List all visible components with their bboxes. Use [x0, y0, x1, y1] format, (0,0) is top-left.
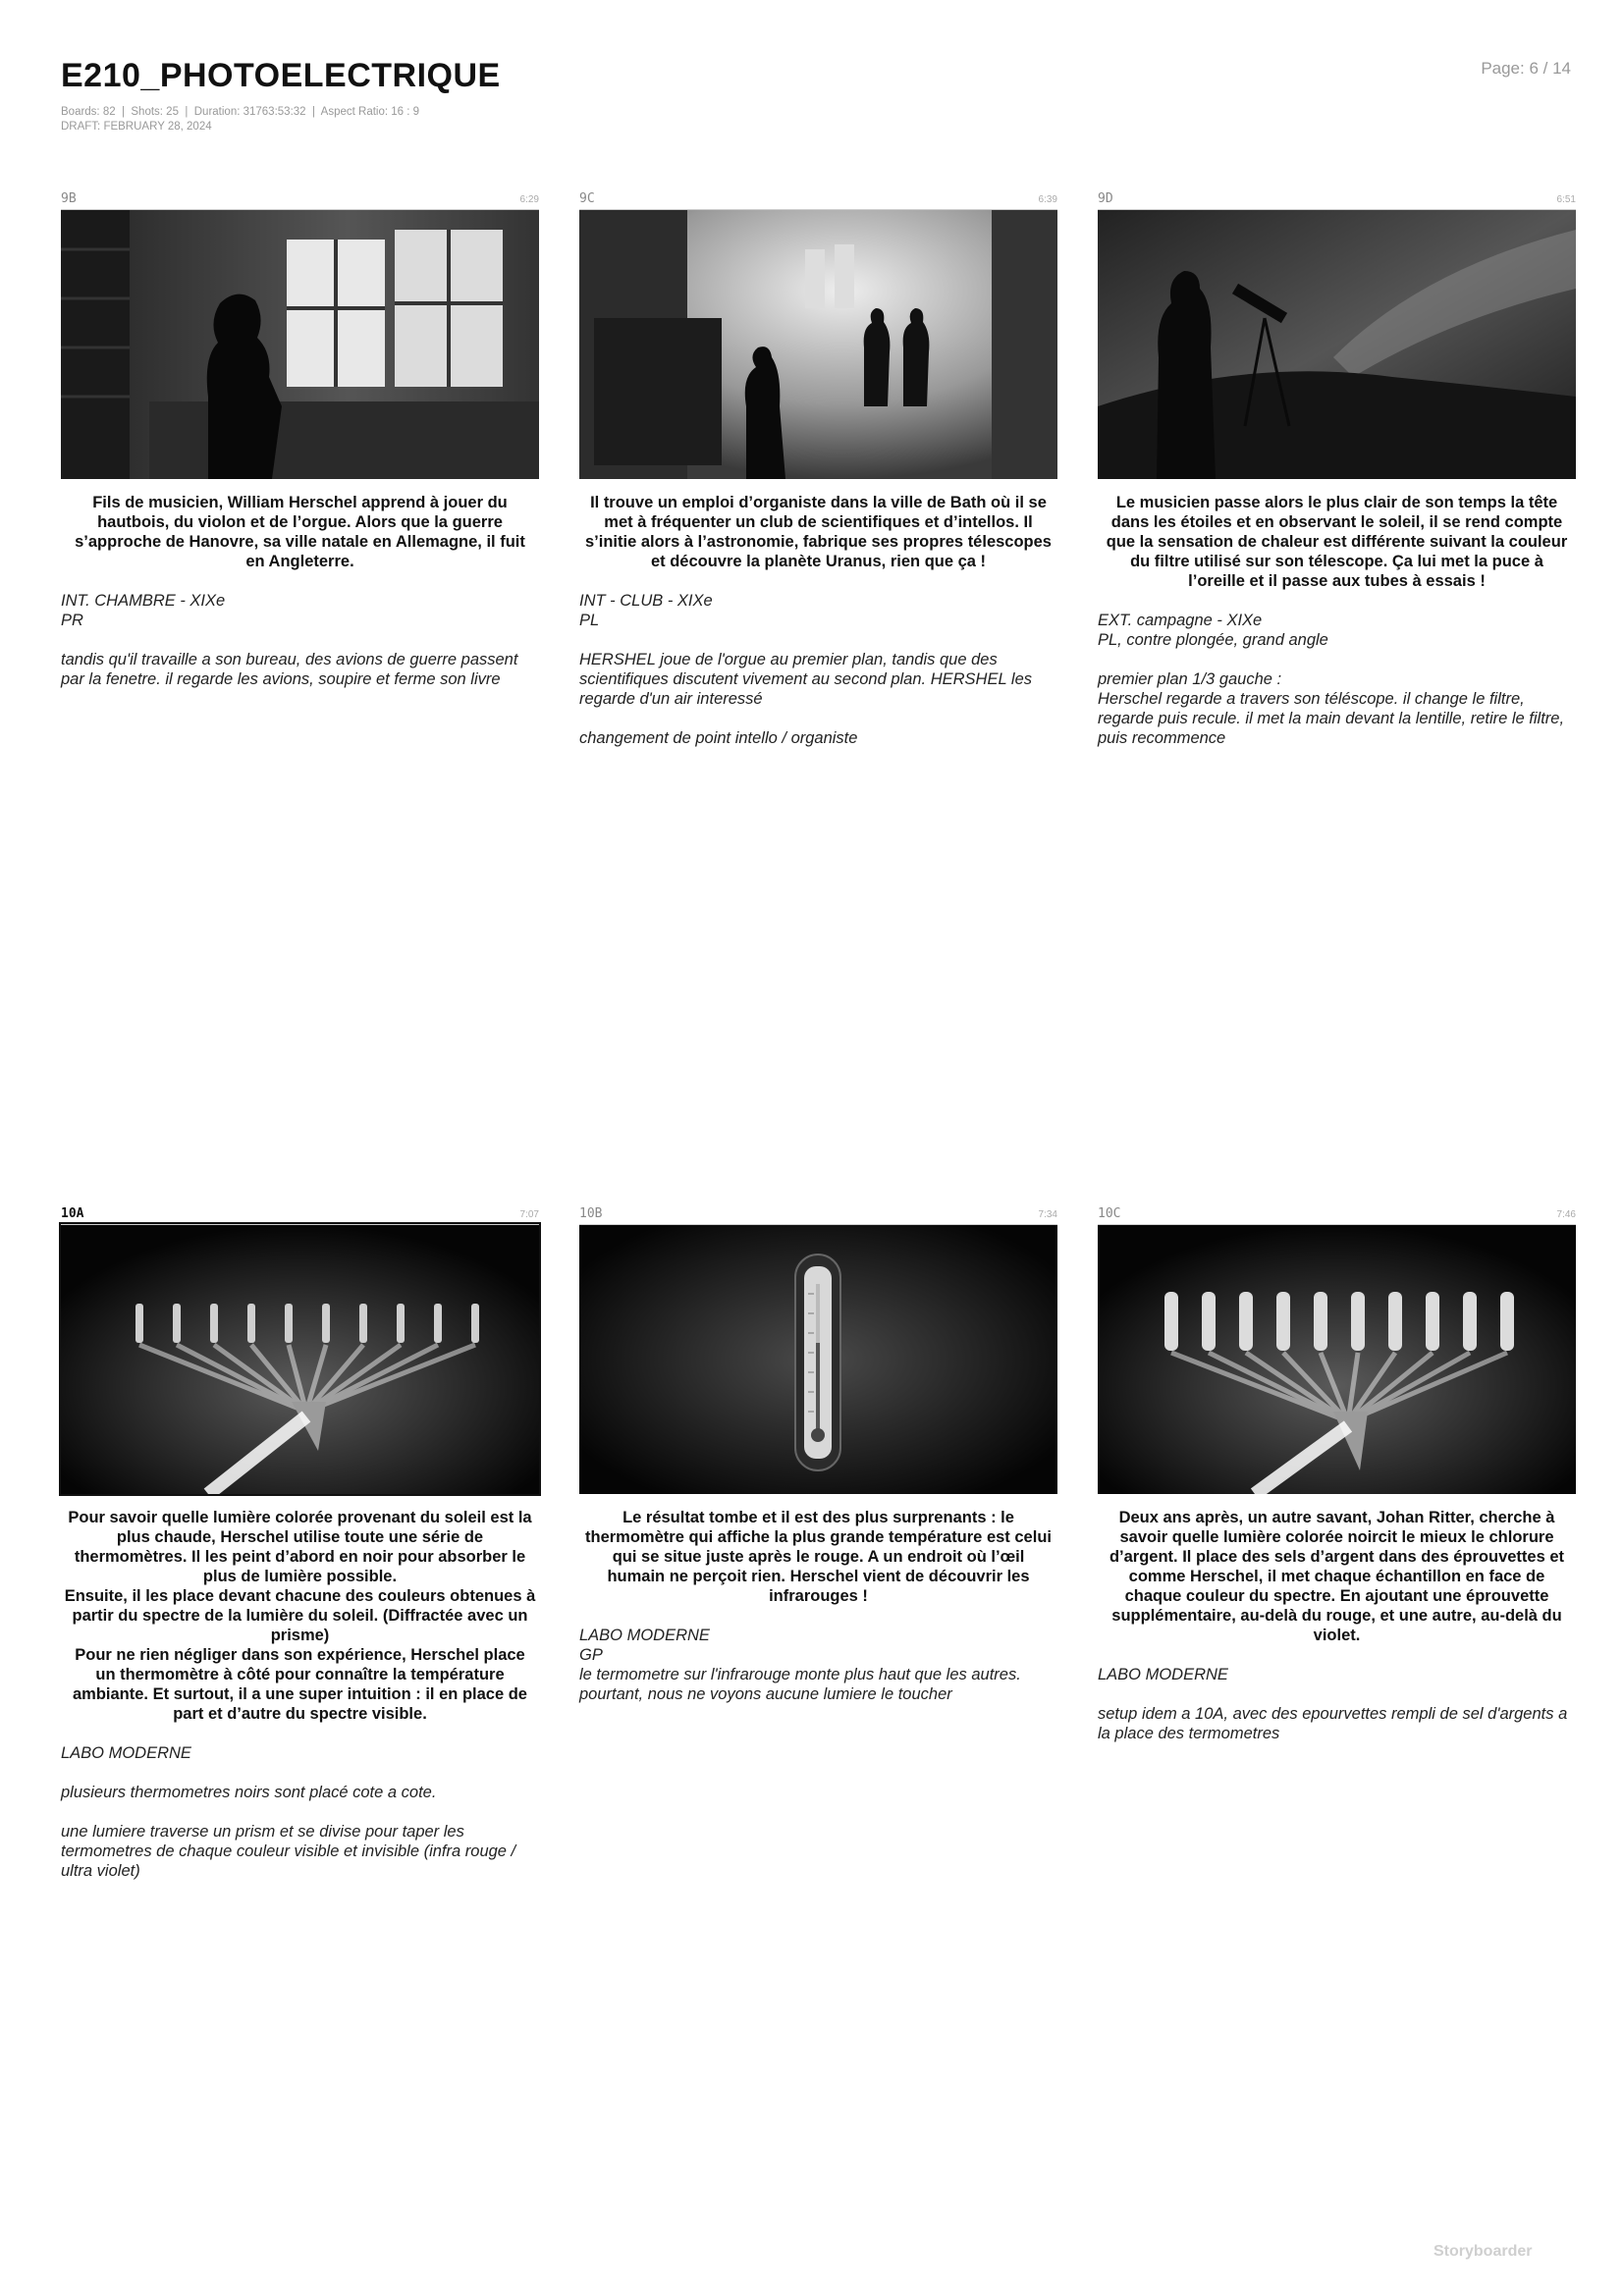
panel-dialogue: Il trouve un emploi d’organiste dans la … — [584, 494, 1052, 570]
telescope-night-sky-illustration — [1098, 210, 1576, 479]
shot-time: 7:34 — [1038, 1209, 1057, 1220]
shot-id: 9B — [61, 191, 77, 206]
storyboard-panel[interactable]: 10B 7:34 Le résultat tombe et il est des — [579, 1204, 1057, 1704]
shot-time: 7:07 — [519, 1209, 539, 1220]
shot-time: 7:46 — [1556, 1209, 1576, 1220]
panel-notes: LABO MODERNE setup idem a 10A, avec des … — [1098, 1666, 1568, 1742]
storyboard-panel[interactable]: 9D 6:51 Le musicien passe alors le plus … — [1098, 189, 1576, 748]
shot-time: 6:29 — [519, 194, 539, 205]
shot-id: 9D — [1098, 191, 1113, 206]
panel-dialogue: Pour savoir quelle lumière colorée prove… — [64, 1509, 536, 1723]
storyboard-panel[interactable]: 10A 7:07 Pour savoir quelle lumière colo… — [59, 1204, 541, 1881]
page-number: Page: 6 / 14 — [1481, 59, 1571, 78]
man-at-desk-illustration — [61, 210, 539, 479]
panel-image[interactable] — [61, 209, 539, 479]
thermometer-closeup-illustration — [579, 1225, 1057, 1494]
panel-image[interactable] — [1098, 1224, 1576, 1494]
page-title: E210_PHOTOELECTRIQUE — [61, 57, 501, 94]
panel-notes: LABO MODERNE GP le termometre sur l'infr… — [579, 1627, 1021, 1703]
panel-dialogue: Le musicien passe alors le plus clair de… — [1106, 494, 1568, 590]
panel-notes: EXT. campagne - XIXe PL, contre plongée,… — [1098, 612, 1565, 747]
shot-id: 10A — [61, 1206, 84, 1221]
board-metadata: Boards: 82 | Shots: 25 | Duration: 31763… — [61, 105, 419, 134]
storyboard-panel[interactable]: 10C 7:46 Deux ans après, un autre savant… — [1098, 1204, 1576, 1743]
panel-image[interactable] — [59, 1222, 541, 1496]
shot-id: 9C — [579, 191, 595, 206]
draft-date: DRAFT: FEBRUARY 28, 2024 — [61, 121, 212, 133]
board-stats: Boards: 82 | Shots: 25 | Duration: 31763… — [61, 106, 420, 118]
shot-time: 6:51 — [1556, 194, 1576, 205]
panel-dialogue: Le résultat tombe et il est des plus sur… — [585, 1509, 1052, 1605]
panel-image[interactable] — [579, 1224, 1057, 1494]
brand-logo: Storyboarder — [1434, 2243, 1533, 2260]
prism-test-tubes-illustration — [1098, 1225, 1576, 1494]
organist-club-illustration — [579, 210, 1057, 479]
shot-id: 10B — [579, 1206, 603, 1221]
panel-notes: LABO MODERNE plusieurs thermometres noir… — [61, 1744, 516, 1880]
storyboard-panel[interactable]: 9C 6:39 Il trouve un emploi d’organiste … — [579, 189, 1057, 748]
panel-dialogue: Deux ans après, un autre savant, Johan R… — [1109, 1509, 1565, 1644]
storyboard-panel[interactable]: 9B 6:29 Fils de musicien, William Hersch… — [61, 189, 539, 689]
panel-notes: INT - CLUB - XIXe PL HERSHEL joue de l'o… — [579, 592, 1033, 747]
shot-time: 6:39 — [1038, 194, 1057, 205]
panel-dialogue: Fils de musicien, William Herschel appre… — [75, 494, 525, 570]
panel-image[interactable] — [1098, 209, 1576, 479]
shot-id: 10C — [1098, 1206, 1121, 1221]
prism-thermometers-illustration — [61, 1225, 539, 1494]
panel-image[interactable] — [579, 209, 1057, 479]
panel-notes: INT. CHAMBRE - XIXe PR tandis qu'il trav… — [61, 592, 518, 688]
